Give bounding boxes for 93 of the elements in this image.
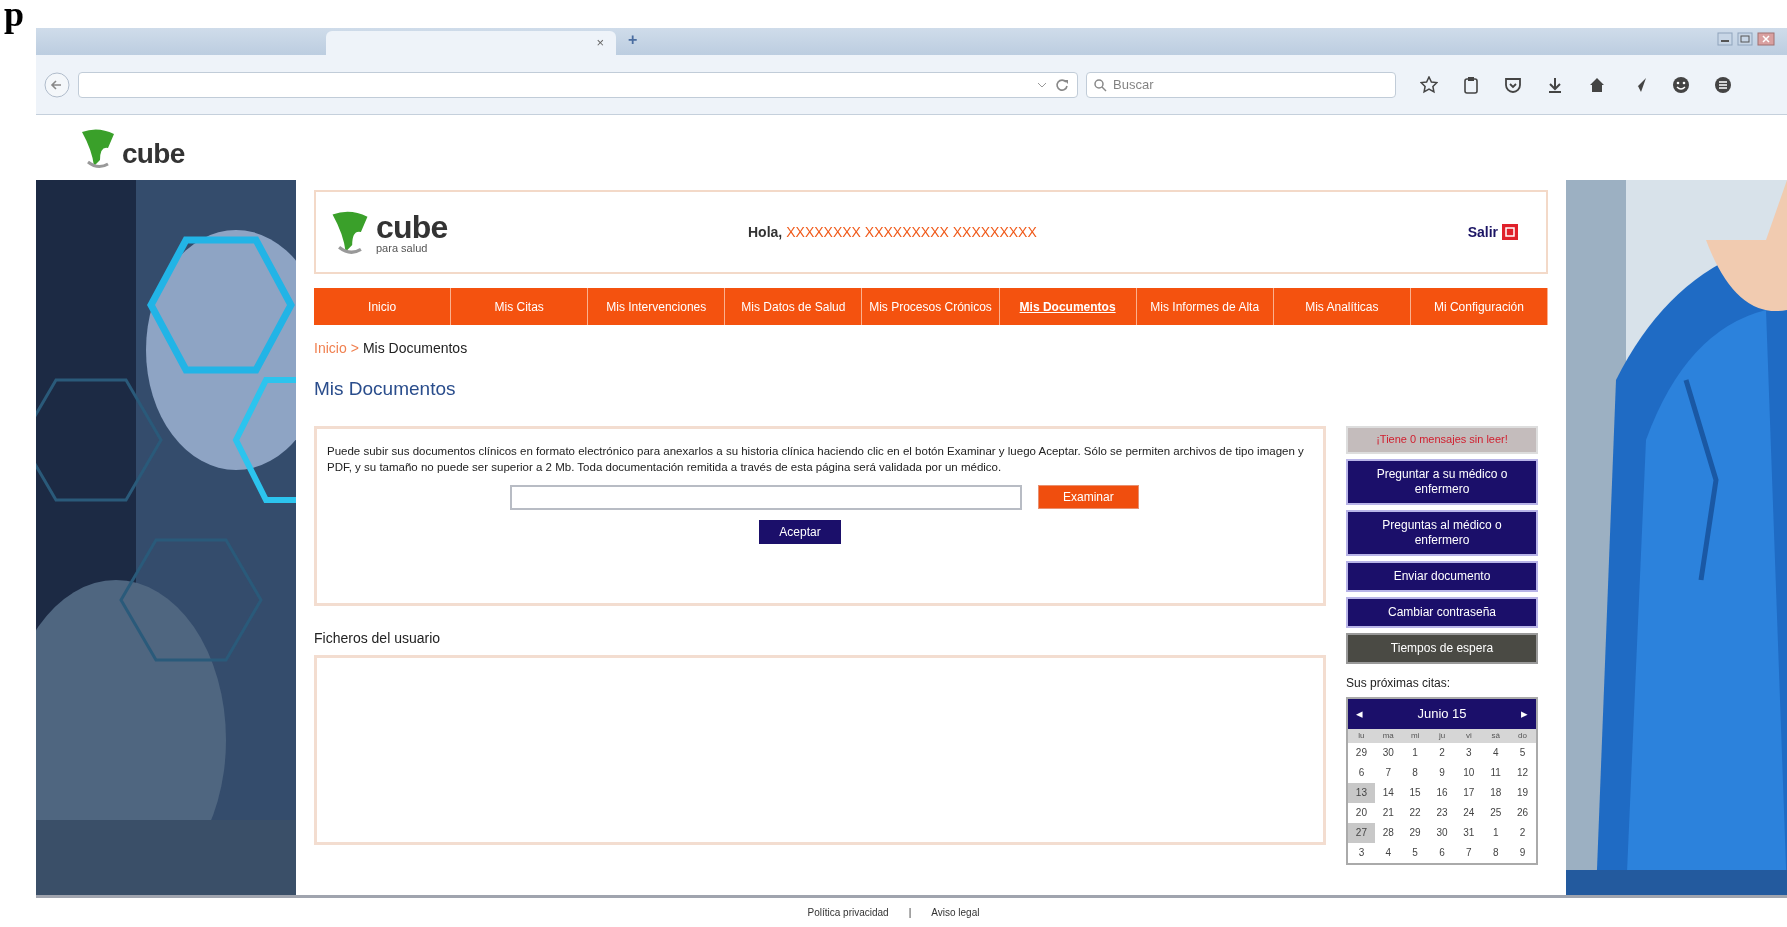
smiley-icon[interactable] <box>1672 75 1690 94</box>
close-icon[interactable] <box>1757 32 1775 46</box>
calendar-day[interactable]: 3 <box>1455 742 1483 763</box>
section-heading: Ficheros del usuario <box>314 628 442 648</box>
footer-link[interactable]: Aviso legal <box>931 905 980 920</box>
calendar-day[interactable]: 22 <box>1401 802 1429 823</box>
breadcrumb-separator: > <box>350 339 359 358</box>
logo-tagline: para salud <box>376 242 429 254</box>
appointments-label: Sus próximas citas: <box>1346 674 1452 692</box>
calendar-day[interactable]: 25 <box>1482 802 1510 823</box>
calendar-day[interactable]: 28 <box>1374 822 1402 843</box>
weekday-label: do <box>1517 729 1528 742</box>
sidebar-button[interactable]: Preguntas al médico o enfermero <box>1346 509 1538 556</box>
logout-link[interactable]: Salir <box>1467 221 1518 243</box>
calendar-day[interactable]: 4 <box>1482 742 1510 763</box>
calendar-day[interactable]: 7 <box>1374 762 1402 783</box>
weekday-label: mi <box>1409 729 1421 742</box>
weekday-label: sá <box>1490 729 1501 742</box>
calendar-day[interactable]: 17 <box>1455 782 1483 803</box>
footer-link[interactable]: Política privacidad <box>807 905 889 920</box>
calendar-day[interactable]: 31 <box>1455 822 1483 843</box>
calendar-day[interactable]: 15 <box>1401 782 1429 803</box>
accept-button[interactable]: Aceptar <box>759 519 841 544</box>
calendar-day[interactable]: 29 <box>1348 742 1375 763</box>
calendar-day[interactable]: 2 <box>1428 742 1456 763</box>
file-field[interactable] <box>510 484 1022 510</box>
weekday-label: ju <box>1437 729 1447 742</box>
instructions-text: Puede subir sus documentos clínicos en formato electrónico para anexarlos a su historia clínica haciendo clic en el botón Examinar y luego Aceptar. Sólo se permiten archivos de tipo imagen y PDF, y su tamaño no puede ser superior a 2 Mb. Toda documentación remitida a través de esta página será validada por un médico. <box>327 443 1305 475</box>
search-field[interactable]: Buscar <box>1086 71 1396 98</box>
weekday-label: ma <box>1381 729 1395 742</box>
calendar-day[interactable]: 3 <box>1348 842 1375 863</box>
calendar-day[interactable]: 26 <box>1509 802 1536 823</box>
calendar-day[interactable]: 20 <box>1348 802 1375 823</box>
calendar-day[interactable]: 30 <box>1428 822 1456 843</box>
calendar-day[interactable]: 18 <box>1482 782 1510 803</box>
minimize-icon[interactable] <box>1717 32 1733 46</box>
star-icon[interactable] <box>1420 75 1438 94</box>
calendar-day[interactable]: 9 <box>1509 842 1536 863</box>
calendar-day[interactable]: 4 <box>1374 842 1402 863</box>
previous-month-button[interactable]: ◂ <box>1356 703 1363 724</box>
sidebar-button[interactable]: Enviar documento <box>1346 560 1538 592</box>
calendar-day[interactable]: 29 <box>1401 822 1429 843</box>
browser-tab[interactable]: × <box>326 31 616 55</box>
calendar-day[interactable]: 1 <box>1401 742 1429 763</box>
calendar-day[interactable]: 5 <box>1401 842 1429 863</box>
calendar-day[interactable]: 2 <box>1509 822 1536 843</box>
tab-close-button[interactable]: × <box>596 33 604 53</box>
page-title: Mis Documentos <box>314 377 457 401</box>
calendar-day[interactable]: 8 <box>1401 762 1429 783</box>
logo-wordmark: cube <box>376 210 448 243</box>
footer-separator: | <box>908 906 912 920</box>
dropdown-icon[interactable] <box>1037 80 1047 89</box>
calendar-day[interactable]: 14 <box>1374 782 1402 803</box>
calendar-day[interactable]: 8 <box>1482 842 1510 863</box>
download-icon[interactable] <box>1546 75 1564 94</box>
calendar-day[interactable]: 24 <box>1455 802 1483 823</box>
browse-button[interactable]: Examinar <box>1038 485 1139 509</box>
calendar-day[interactable]: 12 <box>1509 762 1536 783</box>
greeting-text: Hola, <box>748 222 783 242</box>
menu-icon[interactable] <box>1714 75 1732 94</box>
calendar-month: Junio 15 <box>1417 704 1467 723</box>
breadcrumb-current: Mis Documentos <box>362 339 468 358</box>
next-month-button[interactable]: ▸ <box>1521 703 1528 724</box>
calendar-day[interactable]: 19 <box>1509 782 1536 803</box>
weekday-label: lu <box>1357 729 1366 742</box>
calendar-day[interactable]: 5 <box>1509 742 1536 763</box>
weekday-label: vi <box>1464 729 1473 742</box>
logo-wordmark: cube <box>122 139 185 168</box>
calendar-day[interactable]: 1 <box>1482 822 1510 843</box>
calendar-day[interactable]: 30 <box>1374 742 1402 763</box>
sidebar-button[interactable]: Cambiar contraseña <box>1346 596 1538 628</box>
sidebar-button[interactable]: Tiempos de espera <box>1346 632 1538 664</box>
pocket-icon[interactable] <box>1504 75 1522 94</box>
calendar-day[interactable]: 21 <box>1374 802 1402 823</box>
calendar-day[interactable]: 10 <box>1455 762 1483 783</box>
sidebar-button[interactable]: Preguntar a su médico o enfermero <box>1346 458 1538 505</box>
user-name: XXXXXXXX XXXXXXXXX XXXXXXXXX <box>786 222 1037 242</box>
home-icon[interactable] <box>1588 75 1606 94</box>
calendar-day[interactable]: 23 <box>1428 802 1456 823</box>
calendar-day[interactable]: 16 <box>1428 782 1456 803</box>
calendar-day[interactable]: 11 <box>1482 762 1510 783</box>
calendar-day[interactable]: 6 <box>1428 842 1456 863</box>
clipboard-icon[interactable] <box>1462 75 1480 94</box>
reload-icon[interactable] <box>1055 77 1069 92</box>
calendar-day[interactable]: 9 <box>1428 762 1456 783</box>
logout-icon <box>1502 224 1518 240</box>
calendar-day[interactable]: 7 <box>1455 842 1483 863</box>
calendar-day[interactable]: 13 <box>1348 782 1375 803</box>
calendar-day[interactable]: 6 <box>1348 762 1375 783</box>
heading-fragment: p <box>4 0 25 32</box>
search-icon <box>1093 77 1107 92</box>
calendar-day[interactable]: 27 <box>1348 822 1375 843</box>
new-tab-button[interactable]: + <box>628 28 638 52</box>
